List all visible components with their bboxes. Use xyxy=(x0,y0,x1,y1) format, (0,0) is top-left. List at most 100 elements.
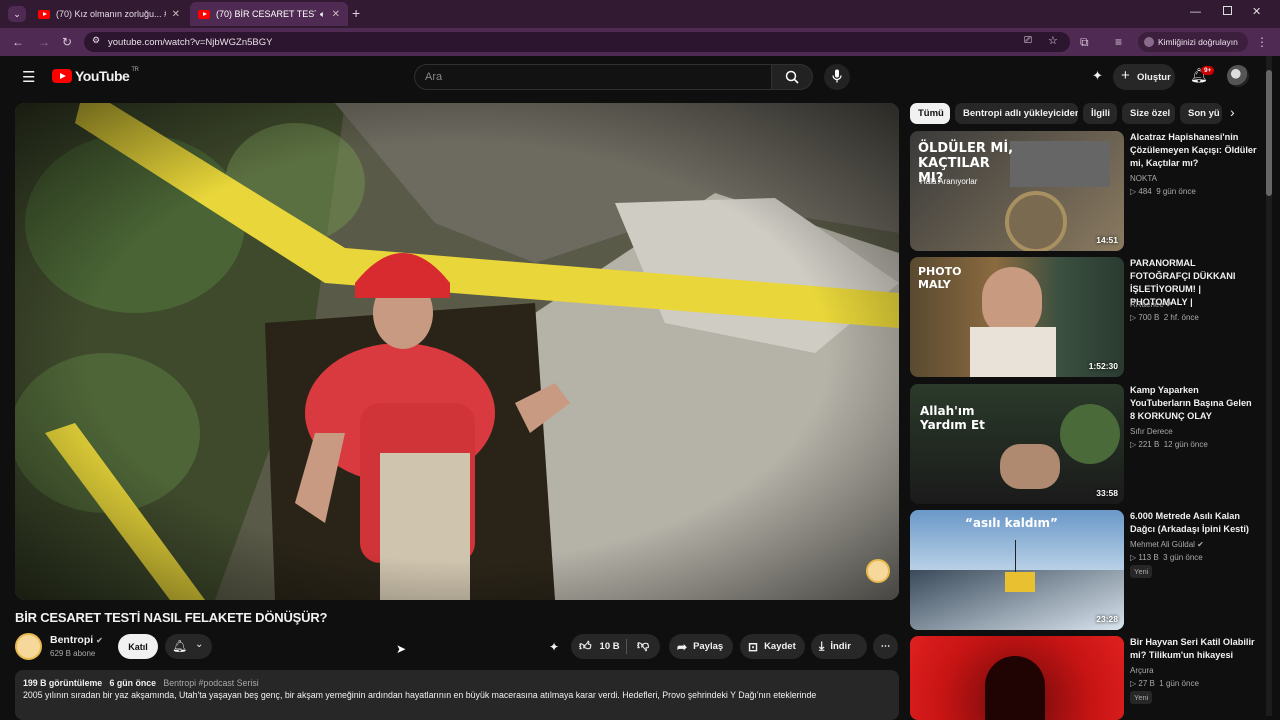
close-window-icon[interactable]: ✕ xyxy=(1252,5,1261,18)
create-button[interactable]: + Oluştur xyxy=(1113,64,1175,90)
audio-icon[interactable]: 🔈︎ xyxy=(320,9,325,20)
hamburger-menu-icon[interactable]: ☰ xyxy=(22,68,35,86)
recommendation-item[interactable]: PHOTO MALY 1:52:30 PARANORMAL FOTOĞRAFÇI… xyxy=(910,257,1262,379)
chip-from-uploader[interactable]: Bentropi adlı yükleyiciden xyxy=(955,103,1078,124)
recommendation-channel[interactable]: RRaenee ✔ xyxy=(1130,300,1173,309)
video-thumbnail[interactable]: “asılı kaldım” 23:28 xyxy=(910,510,1124,630)
hashtags[interactable]: Bentropi #podcast Serisi xyxy=(163,678,258,688)
thumbnail-text: Allah'ım Yardım Et xyxy=(920,404,985,432)
recommendation-channel[interactable]: Arçura xyxy=(1130,666,1154,675)
video-player[interactable] xyxy=(15,103,899,600)
maximize-icon[interactable] xyxy=(1223,6,1232,15)
subscription-bell-button[interactable]: 🔔︎ ⌄ xyxy=(165,634,212,659)
browser-tab-bar: ⌄ (70) Kız olmanın zorluğu... #ani ✕ (70… xyxy=(0,0,1280,28)
like-button[interactable]: 👍︎ xyxy=(579,639,592,654)
scrollbar-thumb[interactable] xyxy=(1266,70,1272,196)
browser-menu-icon[interactable]: ⋮ xyxy=(1256,28,1268,56)
youtube-header: ☰ YouTube TR Ara ✦ + Oluştur 🔔︎ 9+ xyxy=(0,56,1280,98)
address-bar[interactable]: ⚙ youtube.com/watch?v=NjbWGZn5BGY ⎚ ☆ xyxy=(84,32,1070,52)
video-thumbnail[interactable]: ÖLDÜLER Mİ, KAÇTILAR MI? Hâlâ Aranıyorla… xyxy=(910,131,1124,251)
youtube-favicon-icon xyxy=(198,9,210,19)
chip-for-you[interactable]: Size özel xyxy=(1122,103,1175,124)
chip-related[interactable]: İlgili xyxy=(1083,103,1117,124)
recommendation-item[interactable]: “asılı kaldım” 23:28 6.000 Metrede Asılı… xyxy=(910,510,1262,632)
age: 1 gün önce xyxy=(1159,679,1199,688)
voice-search-button[interactable] xyxy=(824,64,850,90)
extensions-icon[interactable]: ⧉ xyxy=(1080,28,1089,56)
views: 484 xyxy=(1138,187,1152,196)
more-actions-button[interactable]: ⋯ xyxy=(873,634,898,659)
recommendation-item[interactable]: Allah'ım Yardım Et 33:58 Kamp Yaparken Y… xyxy=(910,384,1262,506)
search-input[interactable]: Ara xyxy=(414,64,772,90)
browser-toolbar: ← → ↻ ⚙ youtube.com/watch?v=NjbWGZn5BGY … xyxy=(0,28,1280,56)
video-thumbnail[interactable]: Allah'ım Yardım Et 33:58 xyxy=(910,384,1124,504)
forward-icon[interactable]: → xyxy=(38,28,50,56)
reload-icon[interactable]: ↻ xyxy=(62,28,72,56)
like-count: 10 B xyxy=(599,641,620,652)
channel-name[interactable]: Bentropi ✔ xyxy=(50,634,103,646)
age: 9 gün önce xyxy=(1156,187,1196,196)
search-icon xyxy=(785,70,799,84)
new-tab-icon[interactable]: + xyxy=(352,5,360,21)
recommendation-item[interactable]: Bir Hayvan Seri Katil Olabilir mi? Tilik… xyxy=(910,636,1262,720)
verify-identity-button[interactable]: Kimliğinizi doğrulayın xyxy=(1138,32,1248,52)
views: 700 B xyxy=(1138,313,1160,322)
chip-recent[interactable]: Son yü xyxy=(1180,103,1222,124)
thumbnail-climber xyxy=(1005,572,1035,592)
create-label: Oluştur xyxy=(1137,71,1171,83)
browser-tab-2[interactable]: (70) BİR CESARET TESTİ NA 🔈︎ ✕ xyxy=(190,2,348,26)
compass-image xyxy=(1005,191,1067,251)
media-control-icon[interactable]: ≡ xyxy=(1115,28,1122,56)
video-thumbnail[interactable]: PHOTO MALY 1:52:30 xyxy=(910,257,1124,377)
recommendation-channel[interactable]: Sıfır Derece xyxy=(1130,427,1173,436)
tab-search-icon[interactable]: ⌄ xyxy=(8,6,26,22)
install-icon[interactable]: ⎚ xyxy=(1024,35,1032,46)
description-box[interactable]: 199 B görüntüleme 6 gün önce Bentropi #p… xyxy=(15,670,899,720)
minimize-icon[interactable]: — xyxy=(1190,6,1201,18)
gemini-sparkle-icon[interactable]: ✦ xyxy=(1092,68,1103,84)
chip-label: Size özel xyxy=(1130,108,1171,119)
account-avatar[interactable] xyxy=(1227,65,1249,87)
plus-icon: + xyxy=(1121,67,1130,84)
browser-tab-1[interactable]: (70) Kız olmanın zorluğu... #ani ✕ xyxy=(30,2,188,26)
close-tab-icon[interactable]: ✕ xyxy=(172,9,180,20)
views: 221 B xyxy=(1138,440,1160,449)
video-thumbnail[interactable] xyxy=(910,636,1124,720)
recommendation-meta: ▷ 113 B 3 gün önce xyxy=(1130,553,1203,562)
dislike-button[interactable]: 👎︎ xyxy=(637,638,649,653)
bell-icon: 🔔︎ xyxy=(172,639,188,653)
chevron-down-icon: ⌄ xyxy=(195,639,204,650)
channel-avatar[interactable] xyxy=(15,633,42,660)
views: 113 B xyxy=(1138,553,1159,562)
verified-badge-icon: ✔ xyxy=(1166,300,1173,309)
duration-badge: 1:52:30 xyxy=(1088,361,1118,371)
ask-sparkle-icon[interactable]: ✦ xyxy=(549,640,559,654)
recommendation-title: Alcatraz Hapishanesi'nin Çözülemeyen Kaç… xyxy=(1130,132,1257,168)
recommendation-title: 6.000 Metrede Asılı Kalan Dağcı (Arkadaş… xyxy=(1130,511,1249,534)
chip-all[interactable]: Tümü xyxy=(910,103,950,124)
recommendation-meta: ▷ 27 B 1 gün önce xyxy=(1130,679,1199,688)
share-button[interactable]: ➦ Paylaş xyxy=(669,634,733,659)
save-button[interactable]: ⊡ Kaydet xyxy=(740,634,805,659)
back-icon[interactable]: ← xyxy=(12,28,24,56)
description-text: 2005 yılının sıradan bir yaz akşamında, … xyxy=(23,690,817,700)
bookmark-star-icon[interactable]: ☆ xyxy=(1048,34,1058,47)
youtube-favicon-icon xyxy=(38,9,50,19)
recommendation-channel[interactable]: NOKTA xyxy=(1130,174,1157,183)
join-button[interactable]: Katıl xyxy=(118,634,158,659)
recommendation-title: Bir Hayvan Seri Katil Olabilir mi? Tilik… xyxy=(1130,637,1255,660)
search-button[interactable] xyxy=(771,64,813,90)
microphone-icon xyxy=(832,69,842,83)
search-placeholder: Ara xyxy=(425,71,443,83)
close-tab-icon[interactable]: ✕ xyxy=(332,9,340,20)
join-label: Katıl xyxy=(128,641,148,652)
site-info-icon[interactable]: ⚙ xyxy=(92,35,100,46)
download-button[interactable]: ⤓ İndir xyxy=(811,634,867,659)
recommendation-item[interactable]: ÖLDÜLER Mİ, KAÇTILAR MI? Hâlâ Aranıyorla… xyxy=(910,131,1262,253)
upload-date: 6 gün önce xyxy=(109,678,156,688)
youtube-logo[interactable]: YouTube TR xyxy=(52,67,139,84)
download-label: İndir xyxy=(830,641,851,652)
age: 2 hf. önce xyxy=(1163,313,1199,322)
recommendation-channel[interactable]: Mehmet Ali Güldal ✔ xyxy=(1130,540,1204,549)
chevron-right-icon[interactable]: › xyxy=(1230,104,1235,120)
